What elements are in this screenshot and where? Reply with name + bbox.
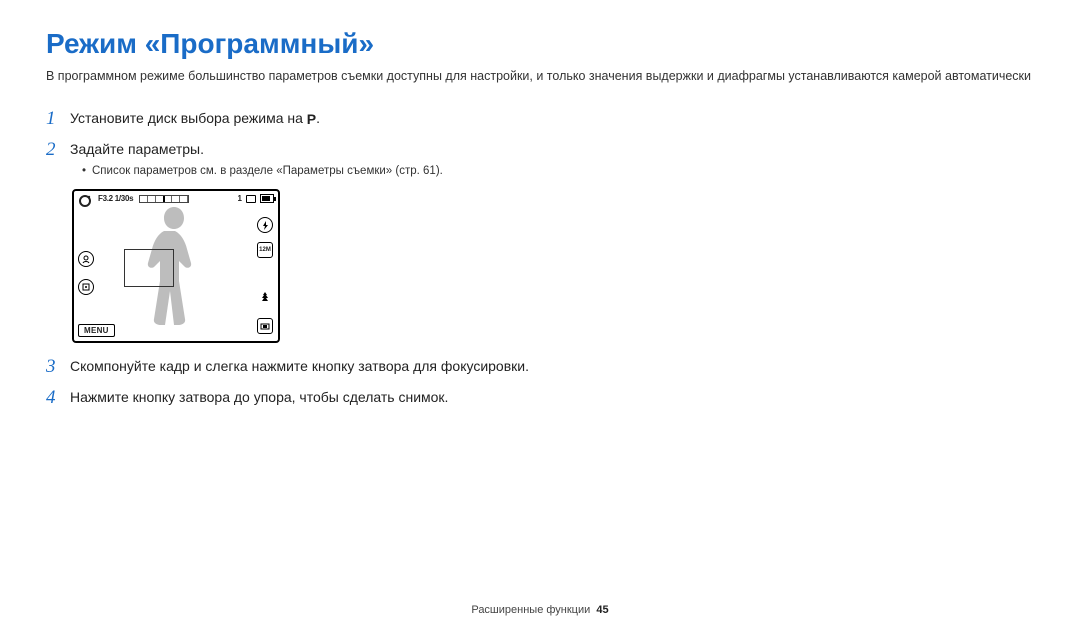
metering-icon xyxy=(78,279,94,295)
step-number: 4 xyxy=(46,388,70,409)
step-list: 1 Установите диск выбора режима на P. 2 … xyxy=(46,109,566,409)
step-3: 3 Скомпонуйте кадр и слегка нажмите кноп… xyxy=(46,357,566,378)
lcd-left-icons xyxy=(78,251,94,295)
drive-single-icon xyxy=(246,195,256,203)
lcd-top-bar: F3.2 1/30s 1 xyxy=(78,194,274,203)
step-number: 3 xyxy=(46,357,70,378)
camera-lcd-figure: F3.2 1/30s 1 12M xyxy=(72,189,280,343)
step-sublist-item: Список параметров см. в разделе «Парамет… xyxy=(82,163,443,179)
focus-frame-icon xyxy=(124,249,174,287)
battery-icon xyxy=(260,194,274,203)
intro-text: В программном режиме большинство парамет… xyxy=(46,68,1034,85)
step-4: 4 Нажмите кнопку затвора до упора, чтобы… xyxy=(46,388,566,409)
footer-section: Расширенные функции xyxy=(471,604,590,616)
step-text: Нажмите кнопку затвора до упора, чтобы с… xyxy=(70,388,448,409)
face-detect-icon xyxy=(78,251,94,267)
page-number: 45 xyxy=(596,604,608,616)
step-text: Установите диск выбора режима на xyxy=(70,110,307,126)
step-2: 2 Задайте параметры. Список параметров с… xyxy=(46,140,566,180)
image-size-icon: 12M xyxy=(257,242,273,258)
stabilizer-icon xyxy=(258,290,272,309)
flash-auto-icon xyxy=(257,217,273,233)
step-number: 2 xyxy=(46,140,70,180)
page-title: Режим «Программный» xyxy=(46,28,1034,60)
quality-icon xyxy=(257,318,273,334)
step-text: Задайте параметры. xyxy=(70,140,443,160)
exposure-readout: F3.2 1/30s xyxy=(98,194,133,203)
lcd-right-icons: 12M xyxy=(257,217,273,334)
step-number: 1 xyxy=(46,109,70,130)
page-footer: Расширенные функции 45 xyxy=(0,604,1080,616)
step-1: 1 Установите диск выбора режима на P. xyxy=(46,109,566,130)
menu-button-icon: MENU xyxy=(78,324,115,337)
step-text-tail: . xyxy=(316,110,320,126)
shot-counter: 1 xyxy=(238,194,242,203)
ev-scale-icon xyxy=(139,195,189,203)
mode-p-icon: P xyxy=(307,110,316,130)
step-text: Скомпонуйте кадр и слегка нажмите кнопку… xyxy=(70,357,529,378)
